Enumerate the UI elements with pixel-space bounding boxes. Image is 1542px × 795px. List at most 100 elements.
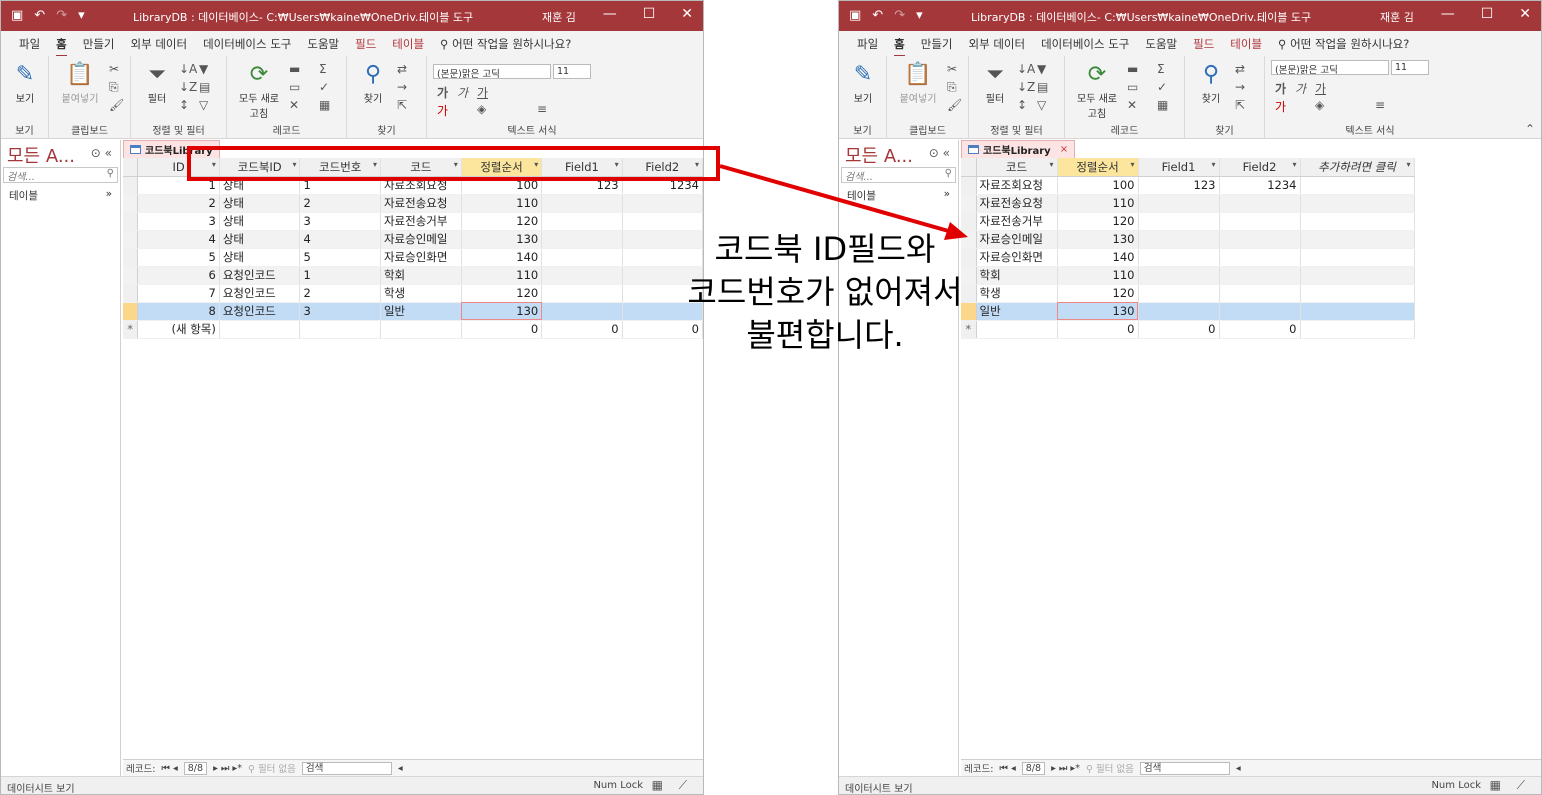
underline-icon[interactable]: 가 [1315,80,1326,97]
redo-icon[interactable]: ↷ [56,8,67,23]
select-icon[interactable]: ⇱ [397,98,407,112]
table-cell[interactable]: 100 [461,176,543,195]
remove-sort-icon[interactable]: ↕ [1017,98,1027,112]
select-all[interactable] [123,158,139,177]
bold-icon[interactable]: 가 [1275,80,1286,97]
table-cell[interactable]: 1 [137,176,220,195]
table-cell[interactable]: 110 [1057,194,1139,213]
table-cell[interactable]: 자료승인메일 [380,230,462,249]
table-cell[interactable]: 0 [461,320,543,339]
table-cell[interactable] [1300,320,1415,339]
fill-color-icon[interactable]: ◈ [477,102,486,116]
table-cell[interactable] [1138,302,1220,321]
tab-table[interactable]: 테이블 [1222,36,1270,52]
dropdown-icon[interactable]: ▾ [1211,160,1215,169]
table-row[interactable]: 6 요청인코드 1 학회 110 [123,266,703,285]
table-row[interactable]: 2 상태 2 자료전송요청 110 [123,194,703,213]
dropdown-icon[interactable]: ▾ [212,160,216,169]
table-cell[interactable] [299,320,381,339]
column-header[interactable]: 코드 ▾ [380,158,462,177]
table-cell[interactable]: 0 [1219,320,1301,339]
font-color-icon[interactable]: 가 [1275,98,1286,115]
table-cell[interactable] [1138,266,1220,285]
tab-database-tools[interactable]: 데이터베이스 도구 [195,36,299,52]
table-cell[interactable] [1219,302,1301,321]
close-tab-icon[interactable]: × [1060,144,1068,155]
table-cell[interactable] [1300,284,1415,303]
refresh-all-button[interactable]: ⟳ 모두 새로 고침 [233,60,285,120]
column-header-sorted[interactable]: 정렬순서 ▾ [461,158,543,177]
more-icon[interactable]: ▦ [1157,98,1168,112]
nav-collapse-icon[interactable]: ⊙ « [929,146,950,160]
table-cell[interactable]: 120 [461,284,543,303]
tab-database-tools[interactable]: 데이터베이스 도구 [1033,36,1137,52]
table-cell[interactable] [541,248,623,267]
tab-help[interactable]: 도움말 [299,36,347,52]
view-button[interactable]: ✎ 보기 [5,60,45,105]
goto-icon[interactable]: → [1235,80,1245,94]
nav-next-icon[interactable]: ▸ ⏭ ▸* [1051,763,1080,774]
table-cell[interactable]: 7 [137,284,220,303]
hscroll-left-icon[interactable]: ◂ [1236,763,1241,774]
nav-group-tables[interactable]: 테이블» [847,188,950,203]
minimize-icon[interactable]: — [1441,6,1455,22]
table-cell[interactable] [1300,266,1415,285]
table-cell[interactable]: 2 [299,284,381,303]
font-name-select[interactable]: (본문)맑은 고딕 [433,64,551,80]
totals-icon[interactable]: Σ [1157,62,1165,76]
dropdown-icon[interactable]: ▾ [615,160,619,169]
table-cell[interactable]: 4 [137,230,220,249]
table-cell[interactable]: 5 [299,248,381,267]
tab-fields[interactable]: 필드 [347,36,384,52]
table-cell[interactable]: 8 [137,302,220,321]
table-cell[interactable]: 자료전송거부 [380,212,462,231]
underline-icon[interactable]: 가 [477,84,488,101]
table-cell[interactable] [541,230,623,249]
dropdown-icon[interactable]: ▾ [1049,160,1053,169]
table-cell[interactable] [622,194,703,213]
nav-collapse-icon[interactable]: ⊙ « [91,146,112,160]
format-painter-icon[interactable]: 🖌 [947,98,962,112]
user-name[interactable]: 재훈 김 [542,9,576,25]
table-cell[interactable] [219,320,301,339]
table-cell[interactable] [1138,230,1220,249]
column-header[interactable]: Field2 ▾ [622,158,703,177]
copy-icon[interactable]: ⎘ [109,80,119,95]
column-header[interactable]: 코드번호 ▾ [299,158,381,177]
goto-icon[interactable]: → [397,80,407,94]
table-cell[interactable] [1219,212,1301,231]
table-row[interactable]: 일반 130 [961,302,1415,321]
delete-record-icon[interactable]: ✕ [1127,98,1137,112]
save-icon[interactable]: ▣ [11,8,23,23]
table-cell[interactable]: 자료전송요청 [976,194,1058,213]
paste-button[interactable]: 📋 붙여넣기 [57,60,103,105]
format-painter-icon[interactable]: 🖌 [109,98,124,112]
table-row[interactable]: 1 상태 1 자료조회요청 100 123 1234 [123,176,703,195]
select-icon[interactable]: ⇱ [1235,98,1245,112]
customize-icon[interactable]: ▾ [78,8,85,23]
table-cell[interactable]: 상태 [219,194,301,213]
table-cell[interactable] [541,266,623,285]
table-cell[interactable]: 학생 [380,284,462,303]
table-row[interactable]: 자료승인화면 140 [961,248,1415,267]
align-icon[interactable]: ≡ [537,102,547,116]
table-cell[interactable]: 120 [1057,212,1139,231]
row-selector[interactable] [123,176,139,195]
sort-ascending-icon[interactable]: ↓A [1017,62,1035,76]
nav-first-icon[interactable]: ⏮ ◂ [999,763,1015,774]
tell-me-box[interactable]: ⚲ 어떤 작업을 원하시나요? [432,36,579,52]
design-view-icon[interactable]: ⟋ [679,778,687,793]
table-cell[interactable] [1219,230,1301,249]
table-cell[interactable] [1300,230,1415,249]
table-cell[interactable] [1138,284,1220,303]
dropdown-icon[interactable]: ▾ [1130,160,1134,169]
table-cell[interactable] [1300,212,1415,231]
table-cell[interactable]: 1234 [1219,176,1301,195]
table-row[interactable]: 학생 120 [961,284,1415,303]
table-cell[interactable]: 1 [299,176,381,195]
table-cell[interactable] [1300,248,1415,267]
table-cell[interactable]: 3 [137,212,220,231]
table-row[interactable]: 학회 110 [961,266,1415,285]
row-selector[interactable] [123,266,139,285]
table-cell[interactable] [1219,194,1301,213]
